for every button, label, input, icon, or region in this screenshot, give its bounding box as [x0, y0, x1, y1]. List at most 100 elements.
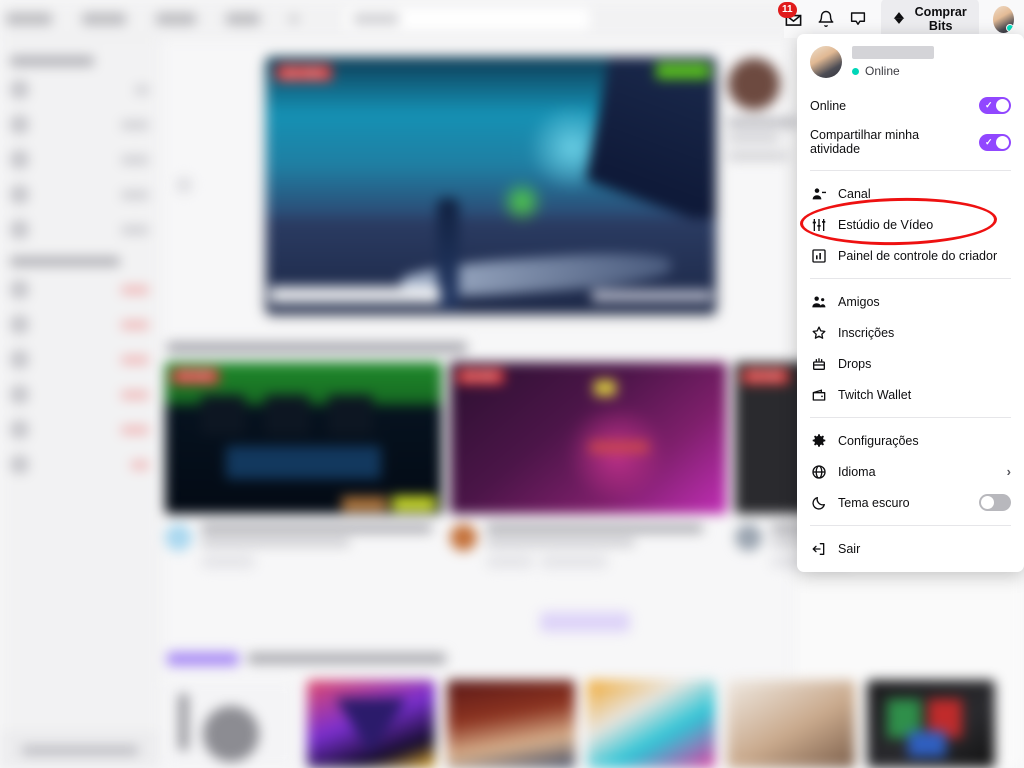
hero-stream-player[interactable]: AO VIVO: [266, 57, 716, 314]
menu-item-label: Sair: [838, 541, 861, 556]
sidebar-item[interactable]: [10, 150, 149, 169]
sidebar-section-heading: [10, 56, 94, 66]
sliders-icon: [810, 216, 827, 233]
menu-item-settings[interactable]: Configurações: [797, 425, 1024, 456]
account-display-name: [852, 46, 934, 59]
category-card[interactable]: [727, 680, 855, 768]
menu-item-label: Inscrições: [838, 325, 895, 340]
sidebar-item[interactable]: [10, 220, 149, 239]
avatar[interactable]: [165, 524, 192, 551]
avatar[interactable]: [735, 524, 762, 551]
menu-item-drops[interactable]: Drops: [797, 348, 1024, 379]
category-card[interactable]: [867, 680, 995, 768]
divider: [810, 417, 1011, 418]
menu-item-label: Tema escuro: [838, 495, 910, 510]
sidebar-item[interactable]: [10, 80, 149, 99]
topbar-right-controls: 11 Comprar Bits: [778, 0, 1024, 39]
account-status: Online: [852, 64, 1011, 78]
menu-item-label: Compartilhar minha atividade: [810, 128, 920, 156]
stream-thumbnail[interactable]: AO VIVO: [450, 362, 727, 514]
menu-item-video-studio[interactable]: Estúdio de Vídeo: [797, 209, 1024, 240]
menu-item-label: Online: [810, 98, 847, 113]
menu-item-label: Drops: [838, 356, 872, 371]
stream-title: [728, 118, 798, 127]
menu-item-friends[interactable]: Amigos: [797, 286, 1024, 317]
bits-diamond-icon: [892, 11, 906, 28]
drops-chest-icon: [810, 355, 827, 372]
twitch-logo[interactable]: [6, 12, 52, 25]
buy-bits-label: Comprar Bits: [914, 5, 967, 33]
divider: [810, 170, 1011, 171]
menu-item-share-activity[interactable]: Compartilhar minha atividade ✓: [797, 121, 1024, 163]
section-heading-categories: [248, 653, 446, 664]
nav-item-browse[interactable]: [156, 12, 196, 25]
sidebar-item[interactable]: [10, 455, 149, 474]
sidebar-item[interactable]: [10, 315, 149, 334]
show-more-button[interactable]: [540, 612, 630, 632]
app-root: AO VIVO AO VIVO AO VIVO AO VIVO 11 Compr…: [0, 0, 1024, 768]
menu-item-label: Idioma: [838, 464, 876, 479]
account-header[interactable]: Online: [797, 44, 1024, 90]
inbox-icon[interactable]: 11: [778, 2, 803, 30]
star-icon: [810, 324, 827, 341]
menu-item-label: Configurações: [838, 433, 919, 448]
menu-item-label: Estúdio de Vídeo: [838, 217, 934, 232]
category-card[interactable]: [447, 680, 575, 768]
stream-card[interactable]: AO VIVO: [450, 362, 727, 573]
nav-more-icon[interactable]: [290, 14, 298, 23]
stream-category: [728, 152, 788, 160]
menu-item-label: Painel de controle do criador: [838, 248, 998, 263]
stream-thumbnail[interactable]: AO VIVO: [165, 362, 442, 514]
nav-item-esports[interactable]: [226, 12, 260, 25]
sidebar-footer: [0, 732, 160, 768]
chevron-right-icon: ›: [1006, 464, 1011, 479]
live-badge: AO VIVO: [742, 369, 790, 384]
sidebar-item[interactable]: [10, 185, 149, 204]
left-sidebar: [0, 38, 160, 768]
category-card[interactable]: [587, 680, 715, 768]
sidebar-item[interactable]: [10, 385, 149, 404]
category-card[interactable]: [307, 680, 435, 768]
chat-bubble-icon[interactable]: [849, 8, 867, 30]
menu-item-online[interactable]: Online ✓: [797, 90, 1024, 121]
sidebar-item[interactable]: [10, 115, 149, 134]
category-card[interactable]: [167, 680, 295, 768]
bell-icon[interactable]: [817, 8, 835, 30]
avatar[interactable]: [993, 5, 1014, 33]
section-badge: [167, 652, 239, 666]
menu-item-label: Amigos: [838, 294, 880, 309]
streamer-avatar[interactable]: [728, 58, 780, 110]
menu-item-label: Canal: [838, 186, 871, 201]
sidebar-item[interactable]: [10, 350, 149, 369]
dark-theme-toggle[interactable]: [979, 494, 1011, 511]
online-toggle[interactable]: ✓: [979, 97, 1011, 114]
stream-channel: [728, 134, 780, 142]
menu-item-channel[interactable]: Canal: [797, 178, 1024, 209]
sidebar-item[interactable]: [10, 280, 149, 299]
account-dropdown-menu: Online Online ✓ Compartilhar minha ativi…: [797, 34, 1024, 572]
menu-item-wallet[interactable]: Twitch Wallet: [797, 379, 1024, 410]
live-badge: AO VIVO: [172, 369, 220, 384]
menu-item-label: Twitch Wallet: [838, 387, 912, 402]
stream-card[interactable]: AO VIVO: [165, 362, 442, 573]
menu-item-dark-theme[interactable]: Tema escuro: [797, 487, 1024, 518]
wallet-icon: [810, 386, 827, 403]
menu-item-language[interactable]: Idioma ›: [797, 456, 1024, 487]
globe-icon: [810, 463, 827, 480]
friends-icon: [810, 293, 827, 310]
divider: [810, 278, 1011, 279]
account-status-label: Online: [865, 64, 900, 78]
menu-item-creator-dashboard[interactable]: Painel de controle do criador: [797, 240, 1024, 271]
live-badge: AO VIVO: [457, 369, 505, 384]
sidebar-section-heading-live: [10, 257, 120, 266]
online-status-dot: [852, 67, 859, 75]
nav-item-following[interactable]: [82, 12, 126, 25]
search-input[interactable]: [342, 5, 592, 32]
menu-item-subscriptions[interactable]: Inscrições: [797, 317, 1024, 348]
moon-icon: [810, 494, 827, 511]
menu-item-logout[interactable]: Sair: [797, 533, 1024, 564]
sidebar-item[interactable]: [10, 420, 149, 439]
carousel-prev-button[interactable]: [176, 177, 192, 193]
share-activity-toggle[interactable]: ✓: [979, 133, 1011, 151]
avatar[interactable]: [450, 524, 477, 551]
